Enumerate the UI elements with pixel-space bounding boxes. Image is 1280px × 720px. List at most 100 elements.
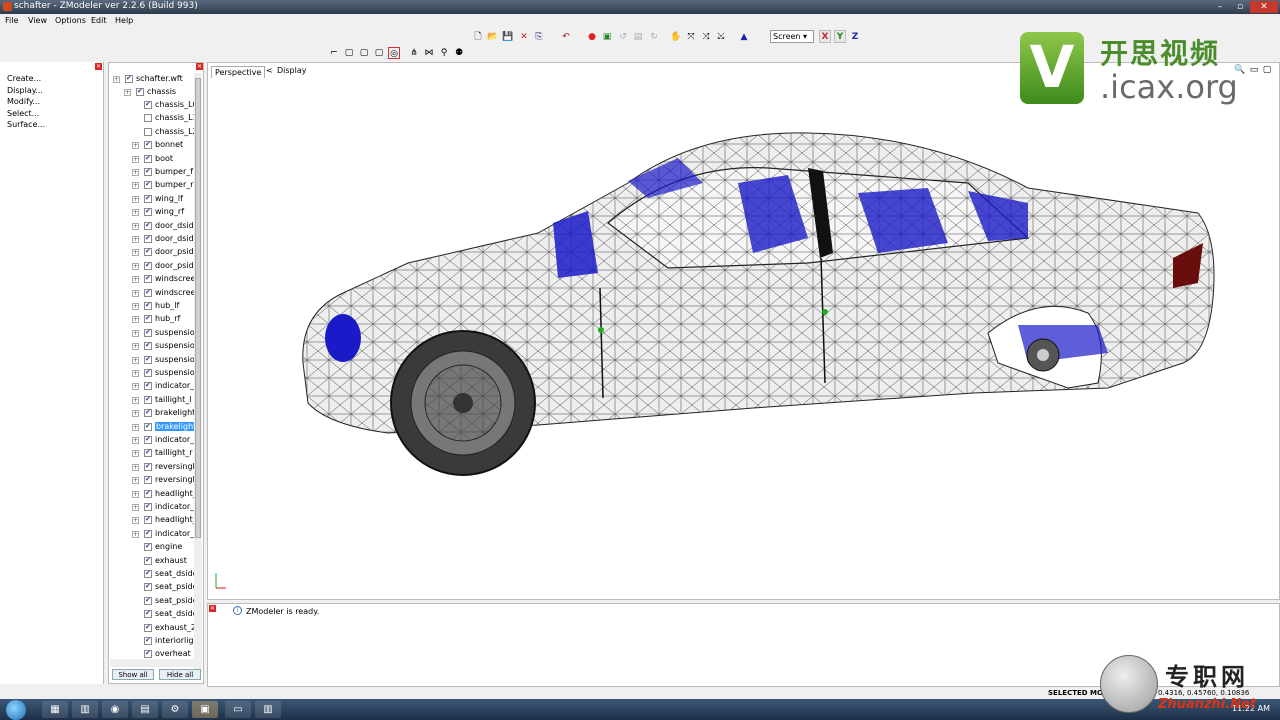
visibility-checkbox[interactable] (144, 288, 152, 297)
close-icon[interactable]: ✕ (196, 63, 203, 70)
expand-icon[interactable]: + (132, 195, 139, 203)
taskbar-terminal-icon[interactable]: ▭ (225, 701, 251, 718)
visibility-checkbox[interactable] (144, 127, 152, 136)
tree-item[interactable]: chassis_L1 (109, 112, 198, 125)
tree-item[interactable]: seat_pside_ (109, 581, 202, 594)
visibility-checkbox[interactable] (144, 462, 152, 471)
expand-icon[interactable]: + (132, 209, 139, 217)
expand-icon[interactable]: + (132, 356, 139, 364)
save-file-icon[interactable]: 💾 (502, 31, 514, 43)
expand-icon[interactable]: + (132, 370, 139, 377)
tree-item[interactable]: + bumper_r (109, 179, 195, 192)
visibility-checkbox[interactable] (144, 100, 152, 109)
visibility-checkbox[interactable] (144, 448, 152, 458)
link-icon[interactable]: ⋈ (423, 47, 435, 59)
visibility-checkbox[interactable] (144, 515, 152, 525)
tree-item[interactable]: +reversinglig (109, 461, 202, 474)
tree-item[interactable]: + door_pside (109, 260, 199, 273)
tree-item[interactable]: + door_dside (109, 233, 199, 246)
show-all-button[interactable]: Show all (112, 669, 154, 680)
expand-icon[interactable]: + (132, 249, 139, 257)
tree-item[interactable]: +suspension (109, 340, 200, 353)
visibility-checkbox[interactable] (144, 341, 152, 351)
tree-item[interactable]: + wing_rf (109, 206, 195, 219)
visibility-checkbox[interactable] (144, 381, 152, 391)
group-icon[interactable]: ⚉ (453, 47, 465, 59)
expand-icon[interactable]: + (132, 316, 139, 324)
tree-item[interactable]: + taillight_r (109, 447, 195, 460)
rotate-tool-icon[interactable]: ⤨ (700, 31, 712, 43)
tree-item[interactable]: + hub_lf (109, 300, 195, 313)
move-tool-icon[interactable]: ⤧ (685, 31, 697, 43)
expand-icon[interactable]: + (132, 155, 139, 163)
pointer-tool-icon[interactable]: ▲ (738, 31, 750, 43)
tree-item[interactable]: exhaust_2 (109, 622, 196, 635)
expand-icon[interactable]: + (132, 477, 139, 485)
menu-options[interactable]: Options (55, 16, 86, 25)
axis-z-button[interactable]: Z (849, 30, 861, 43)
visibility-checkbox[interactable] (136, 87, 144, 96)
redo-icon[interactable]: ↻ (648, 31, 660, 43)
expand-icon[interactable]: + (124, 89, 131, 96)
hide-all-button[interactable]: Hide all (159, 669, 201, 680)
visibility-checkbox[interactable] (144, 569, 152, 578)
tree-item[interactable]: +reversinglig (109, 474, 202, 487)
command-display[interactable]: Display... (7, 86, 43, 95)
command-modify[interactable]: Modify... (7, 97, 40, 106)
tree-item[interactable]: + indicator_r (109, 528, 198, 541)
taskbar-explorer-icon[interactable]: ▦ (42, 701, 68, 718)
taskbar-zmodeler-icon[interactable]: ▣ (192, 701, 218, 718)
visibility-checkbox[interactable] (144, 154, 152, 163)
visibility-checkbox[interactable] (144, 140, 152, 150)
visibility-checkbox[interactable] (144, 582, 152, 592)
coord-mode-select[interactable]: Screen ▾ (770, 30, 814, 43)
visibility-checkbox[interactable] (144, 301, 152, 310)
expand-icon[interactable]: + (132, 450, 139, 458)
visibility-checkbox[interactable] (144, 556, 152, 565)
tree-scrollbar[interactable] (194, 73, 202, 673)
tree-item[interactable]: + bumper_f (109, 166, 195, 179)
maximize-button[interactable]: ▫ (1230, 1, 1250, 13)
close-icon[interactable]: ✕ (209, 605, 216, 612)
command-surface[interactable]: Surface... (7, 120, 45, 129)
expand-icon[interactable]: + (132, 396, 139, 404)
visibility-checkbox[interactable] (144, 596, 152, 605)
expand-icon[interactable]: + (132, 490, 139, 498)
visibility-checkbox[interactable] (144, 649, 152, 659)
expand-icon[interactable]: + (132, 262, 139, 270)
tree-item[interactable]: + bonnet (109, 139, 195, 152)
visibility-checkbox[interactable] (144, 502, 152, 511)
tree-group-chassis[interactable]: + chassis (109, 86, 195, 99)
taskbar-browser-icon[interactable]: ◉ (102, 701, 128, 718)
axis-y-button[interactable]: Y (834, 30, 846, 43)
expand-icon[interactable]: + (132, 329, 139, 337)
tree-item[interactable]: + indicator_r (109, 434, 198, 447)
tree-item[interactable]: + boot (109, 153, 195, 166)
visibility-checkbox[interactable] (144, 180, 152, 190)
delete-icon[interactable]: ✕ (518, 31, 530, 43)
visibility-checkbox[interactable] (144, 529, 152, 538)
tree-item[interactable]: + indicator_l (109, 380, 196, 393)
expand-icon[interactable]: + (132, 303, 139, 310)
visibility-checkbox[interactable] (144, 542, 152, 552)
tree-item[interactable]: + brakelight_ (109, 407, 199, 420)
expand-icon[interactable]: + (132, 289, 139, 297)
visibility-checkbox[interactable] (144, 274, 152, 284)
visibility-checkbox[interactable] (144, 328, 152, 337)
visibility-checkbox[interactable] (144, 489, 152, 498)
visibility-checkbox[interactable] (144, 422, 152, 431)
select-face-icon[interactable]: ▢ (358, 47, 370, 59)
command-create[interactable]: Create... (7, 74, 41, 83)
select-mode-icon[interactable]: ◎ (388, 47, 400, 59)
tree-item[interactable]: + door_dside (109, 220, 199, 233)
menu-file[interactable]: File (5, 16, 18, 25)
visibility-checkbox[interactable] (144, 207, 152, 217)
tree-item[interactable]: engine (109, 541, 195, 554)
tree-item[interactable]: +suspension (109, 354, 200, 367)
viewport-perspective[interactable]: Perspective < Display 🔍 ▭ ▢ (207, 62, 1280, 600)
expand-icon[interactable]: + (132, 530, 139, 538)
close-button[interactable]: ✕ (1250, 1, 1278, 13)
taskbar-app-icon[interactable]: ▤ (132, 701, 158, 718)
tree-item[interactable]: seat_pside_ (109, 595, 202, 608)
tree-item[interactable]: + door_pside (109, 246, 199, 259)
